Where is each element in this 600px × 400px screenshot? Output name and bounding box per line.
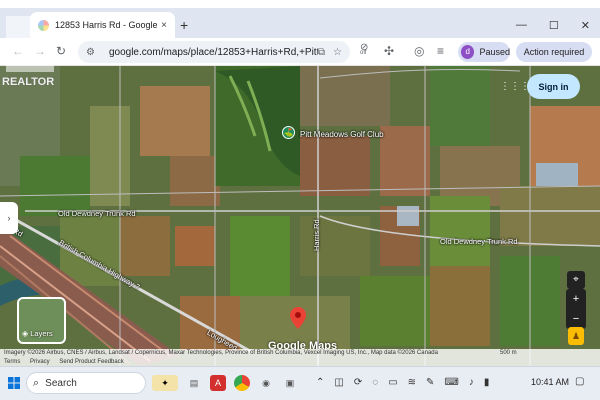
tray-app-icon[interactable]: ◫	[334, 377, 343, 388]
volume-icon[interactable]: ♪	[469, 377, 474, 388]
screen: 12853 Harris Rd - Google Maps × + — ☐ ✕ …	[0, 0, 600, 400]
keyboard-icon[interactable]: ⌨	[444, 377, 458, 388]
site-info-icon[interactable]: ⚙	[86, 47, 95, 58]
road-label-old-dewdney-east: Old Dewdney Trunk Rd	[440, 237, 518, 246]
golf-club-marker-icon[interactable]: ⛳	[282, 126, 295, 139]
file-explorer-icon[interactable]: ▤	[186, 375, 202, 391]
my-location-button[interactable]: ⌖	[567, 271, 585, 289]
zoom-out-button[interactable]: −	[566, 309, 586, 329]
footer-links: Terms Privacy Send Product Feedback	[0, 358, 600, 366]
apps-grid-icon[interactable]: ⋮⋮⋮	[500, 81, 530, 92]
road-label-harris-rd: Harris Rd	[312, 219, 321, 251]
profile-status: Paused	[479, 47, 510, 57]
chevron-right-icon: ›	[7, 213, 11, 223]
collapse-panel-button[interactable]: ›	[0, 202, 18, 234]
clock[interactable]: 10:41 AM	[531, 377, 569, 387]
bookmark-star-icon[interactable]: ☆	[333, 47, 342, 58]
ai-companion-icon[interactable]: ◎	[414, 44, 424, 58]
search-icon: ⌕	[33, 376, 40, 389]
address-bar[interactable]: ⚙ google.com/maps/place/12853+Harris+Rd,…	[78, 41, 350, 63]
taskbar-search[interactable]: ⌕ Search	[26, 372, 146, 394]
window-controls: — ☐ ✕	[516, 19, 590, 32]
extensions-puzzle-icon[interactable]: ✣	[384, 44, 394, 58]
extension-off-badge: off	[360, 50, 367, 56]
reading-list-icon[interactable]: ≡	[437, 44, 444, 58]
chevron-up-icon[interactable]: ⌃	[316, 377, 324, 388]
action-required-button[interactable]: Action required	[516, 42, 592, 62]
location-pin-icon[interactable]	[290, 307, 306, 329]
avatar: d	[461, 45, 475, 59]
layers-button[interactable]: ◈ Layers	[17, 297, 66, 344]
attribution-text: Imagery ©2026 Airbus, CNES / Airbus, Lan…	[4, 350, 438, 356]
top-margin	[0, 0, 600, 8]
scale-label[interactable]: 500 m	[500, 349, 517, 358]
windows-start-icon[interactable]	[8, 377, 20, 389]
golf-club-label[interactable]: Pitt Meadows Golf Club	[300, 130, 384, 139]
app-icon[interactable]: ▣	[282, 375, 298, 391]
widgets-icon[interactable]: ✦	[152, 375, 178, 391]
street-view-pegman-icon[interactable]: ♟	[568, 327, 584, 345]
tray-update-icon[interactable]: ⟳	[354, 377, 362, 388]
pdf-app-icon[interactable]: A	[210, 375, 226, 391]
privacy-link[interactable]: Privacy	[30, 359, 50, 365]
realtor-logo-icon	[6, 16, 54, 72]
new-tab-button[interactable]: +	[180, 17, 188, 33]
open-in-app-icon[interactable]: ⧉	[318, 47, 325, 58]
attribution-bar: Imagery ©2026 Airbus, CNES / Airbus, Lan…	[0, 349, 600, 358]
crosshair-icon: ⌖	[573, 274, 579, 285]
battery-icon[interactable]: ▮	[484, 377, 490, 388]
terms-link[interactable]: Terms	[4, 359, 20, 365]
road-label-old-dewdney-west: Old Dewdney Trunk Rd	[58, 209, 136, 218]
tab-strip: 12853 Harris Rd - Google Maps × + — ☐ ✕	[0, 8, 600, 38]
tray-display-icon[interactable]: ▭	[388, 377, 397, 388]
tab-close-icon[interactable]: ×	[157, 20, 171, 31]
taskbar: ⌕ Search ✦ ▤ A ◉ ▣ ⌃ ◫ ⟳ ◌ ▭ ≋ ✎ ⌨ ♪ ▮ 1…	[0, 366, 600, 400]
tray-sync-icon[interactable]: ◌	[372, 377, 378, 388]
layers-label: Layers	[30, 329, 53, 338]
browser-toolbar: ← → ↻ ⚙ google.com/maps/place/12853+Harr…	[0, 38, 600, 66]
maximize-button[interactable]: ☐	[549, 19, 559, 32]
pen-icon[interactable]: ✎	[426, 377, 434, 388]
minimize-button[interactable]: —	[516, 19, 527, 32]
extension-off-icon[interactable]: ⊘ off	[360, 42, 368, 56]
zoom-in-button[interactable]: +	[566, 289, 586, 309]
search-label: Search	[45, 377, 77, 389]
map-view[interactable]: ⛳ Pitt Meadows Golf Club Old Dewdney Tru…	[0, 66, 600, 366]
camera-app-icon[interactable]: ◉	[258, 375, 274, 391]
tab-title: 12853 Harris Rd - Google Maps	[55, 20, 157, 30]
close-window-button[interactable]: ✕	[581, 19, 590, 32]
feedback-link[interactable]: Send Product Feedback	[59, 359, 123, 365]
profile-paused-button[interactable]: d Paused	[458, 42, 510, 62]
zoom-controls: + −	[566, 289, 586, 329]
url-text: google.com/maps/place/12853+Harris+Rd,+P…	[108, 46, 318, 58]
realtor-text: REALTOR	[2, 76, 55, 88]
sign-in-button[interactable]: Sign in	[527, 74, 580, 99]
realtor-watermark: REALTOR	[0, 16, 68, 96]
notification-icon[interactable]: ▢	[575, 376, 584, 387]
system-tray: ⌃ ◫ ⟳ ◌ ▭ ≋ ✎ ⌨ ♪ ▮	[316, 377, 489, 388]
chrome-app-icon[interactable]	[234, 375, 250, 391]
wifi-icon[interactable]: ≋	[408, 377, 416, 388]
